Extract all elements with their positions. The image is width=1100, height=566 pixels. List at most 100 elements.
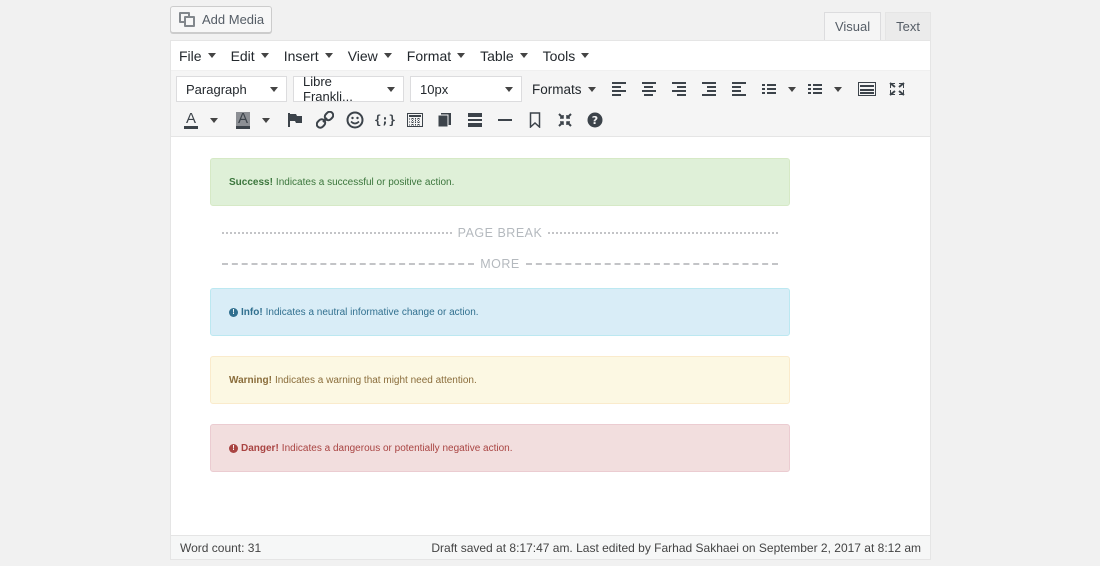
chevron-down-icon <box>270 86 278 92</box>
info-alert-title: Info! <box>241 306 263 318</box>
numbered-list-icon <box>807 84 822 94</box>
table-icon <box>407 113 423 127</box>
warning-alert: Warning! Indicates a warning that might … <box>210 356 790 404</box>
formats-dropdown[interactable]: Formats <box>532 82 596 97</box>
chevron-down-icon <box>383 53 392 58</box>
svg-text:?: ? <box>592 114 598 127</box>
chevron-down-icon <box>324 53 333 58</box>
table-button[interactable] <box>400 107 430 133</box>
exclamation-circle-icon: ! <box>229 443 238 453</box>
text-color-dropdown[interactable] <box>206 107 222 133</box>
bookmark-button[interactable] <box>520 107 550 133</box>
chevron-down-icon <box>587 86 596 92</box>
outdent-button[interactable] <box>694 76 724 102</box>
link-button[interactable] <box>310 107 340 133</box>
status-bar: Word count: 31 Draft saved at 8:17:47 am… <box>171 535 930 559</box>
info-alert: ! Info! Indicates a neutral informative … <box>210 288 790 336</box>
warning-alert-text: Indicates a warning that might need atte… <box>274 374 477 386</box>
text-color-icon: A <box>183 109 198 129</box>
align-left-icon <box>611 82 626 96</box>
tab-visual[interactable]: Visual <box>823 12 882 41</box>
chevron-down-icon <box>387 86 395 92</box>
help-button[interactable]: ? <box>580 107 610 133</box>
align-center-icon <box>641 82 656 96</box>
font-family-select[interactable]: Libre Frankli... <box>293 74 404 104</box>
flag-icon <box>288 113 302 127</box>
align-right-icon <box>671 82 686 96</box>
code-button[interactable]: {;} <box>370 107 400 133</box>
menu-format[interactable]: Format <box>407 48 466 64</box>
danger-alert: ! Danger! Indicates a dangerous or poten… <box>210 424 790 472</box>
numbered-list-button[interactable] <box>800 76 830 102</box>
menu-file[interactable]: File <box>179 48 216 64</box>
emoticons-button[interactable] <box>340 107 370 133</box>
menu-tools[interactable]: Tools <box>543 48 590 64</box>
menu-view[interactable]: View <box>348 48 392 64</box>
collapse-icon <box>558 113 572 127</box>
fullscreen-icon <box>888 82 905 96</box>
chevron-down-icon <box>210 117 218 123</box>
word-count: Word count: 31 <box>180 540 262 555</box>
help-icon: ? <box>587 112 603 128</box>
add-media-label: Add Media <box>202 12 265 27</box>
align-center-button[interactable] <box>634 76 664 102</box>
bullet-list-icon <box>761 84 776 94</box>
numbered-list-dropdown[interactable] <box>830 76 846 102</box>
chevron-down-icon <box>581 53 590 58</box>
media-icon <box>179 12 196 27</box>
warning-alert-title: Warning! <box>229 374 272 386</box>
text-color-button[interactable]: A <box>176 107 206 133</box>
chevron-down-icon <box>505 86 513 92</box>
editor-tabs: Visual Text <box>820 12 931 41</box>
add-media-button[interactable]: Add Media <box>170 6 272 33</box>
code-icon: {;} <box>374 113 396 127</box>
template-button[interactable] <box>430 107 460 133</box>
menubar: File Edit Insert View Format Table Tools <box>171 41 930 71</box>
anchor-button[interactable] <box>280 107 310 133</box>
chevron-down-icon <box>262 117 270 123</box>
more-separator: MORE <box>222 257 778 271</box>
copy-icon <box>437 113 451 128</box>
font-size-select[interactable]: 10px <box>410 76 522 102</box>
toolbar-toggle-button[interactable] <box>852 76 882 102</box>
chevron-down-icon <box>457 53 466 58</box>
horizontal-line-icon <box>498 119 512 121</box>
draft-saved-status: Draft saved at 8:17:47 am. Last edited b… <box>431 540 921 555</box>
background-color-dropdown[interactable] <box>258 107 274 133</box>
info-alert-text: Indicates a neutral informative change o… <box>265 306 479 318</box>
success-alert-title: Success! <box>229 176 273 188</box>
toolbar: Paragraph Libre Frankli... 10px Formats … <box>171 71 930 137</box>
page-break-separator: PAGE BREAK <box>222 226 779 240</box>
menu-insert[interactable]: Insert <box>284 48 333 64</box>
fullscreen-button[interactable] <box>882 76 912 102</box>
success-alert: Success! Indicates a successful or posit… <box>210 158 790 206</box>
indent-button[interactable] <box>724 76 754 102</box>
danger-alert-title: Danger! <box>241 442 279 454</box>
toolbar-row-1: Paragraph Libre Frankli... 10px Formats <box>176 74 930 104</box>
bullet-list-dropdown[interactable] <box>784 76 800 102</box>
page-break-icon <box>468 113 482 127</box>
menu-edit[interactable]: Edit <box>231 48 269 64</box>
align-left-button[interactable] <box>604 76 634 102</box>
background-color-button[interactable]: A <box>228 107 258 133</box>
smiley-icon <box>346 111 364 129</box>
horizontal-line-button[interactable] <box>490 107 520 133</box>
chevron-down-icon <box>207 53 216 58</box>
page-break-label: PAGE BREAK <box>457 226 543 240</box>
align-right-button[interactable] <box>664 76 694 102</box>
bullet-list-button[interactable] <box>754 76 784 102</box>
bookmark-icon <box>529 112 541 128</box>
tab-text[interactable]: Text <box>885 12 931 40</box>
page-break-button[interactable] <box>460 107 490 133</box>
info-circle-icon: ! <box>229 307 238 317</box>
distraction-free-button[interactable] <box>550 107 580 133</box>
toolbar-toggle-icon <box>857 82 876 96</box>
editor-content[interactable]: Success! Indicates a successful or posit… <box>171 138 930 536</box>
outdent-icon <box>701 82 716 96</box>
indent-icon <box>731 82 746 96</box>
chevron-down-icon <box>833 86 842 92</box>
block-format-select[interactable]: Paragraph <box>176 76 287 102</box>
menu-table[interactable]: Table <box>480 48 528 64</box>
toolbar-row-2: A A {;} ? <box>176 107 930 133</box>
background-color-icon: A <box>235 109 250 129</box>
